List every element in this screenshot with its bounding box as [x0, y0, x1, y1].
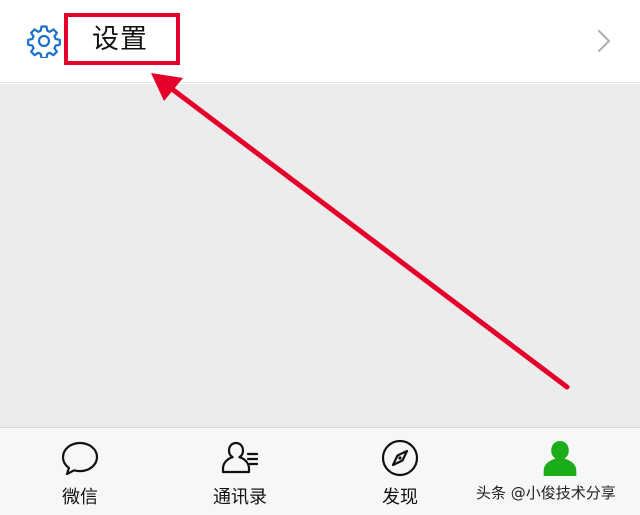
tab-contacts[interactable]: 通讯录	[160, 428, 320, 515]
chat-bubble-icon	[61, 441, 99, 476]
tab-chats[interactable]: 微信	[0, 428, 160, 515]
tab-contacts-label: 通讯录	[213, 487, 267, 508]
tab-discover[interactable]: 发现	[320, 428, 480, 515]
contacts-icon	[221, 441, 259, 474]
tab-discover-label: 发现	[382, 487, 418, 508]
watermark-text: 头条 @小俊技术分享	[476, 484, 616, 502]
chevron-right-icon	[597, 29, 611, 53]
empty-background	[0, 84, 640, 427]
compass-icon	[381, 439, 419, 477]
tab-chats-label: 微信	[62, 487, 98, 508]
person-icon	[543, 441, 577, 476]
annotation-highlight-box	[64, 13, 180, 65]
gear-icon	[27, 25, 61, 58]
